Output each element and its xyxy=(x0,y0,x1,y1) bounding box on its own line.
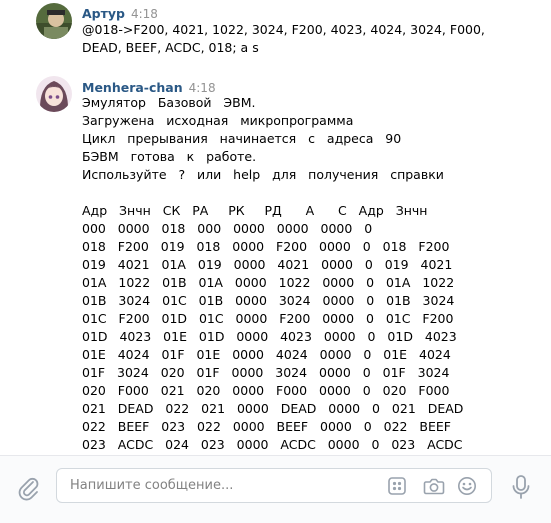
message-time: 4:18 xyxy=(188,81,216,95)
message-time: 4:18 xyxy=(130,7,158,21)
message-text: Эмулятор Базовой ЭВМ. Загружена исходная … xyxy=(82,95,464,452)
template-grid-icon[interactable] xyxy=(387,476,407,496)
message-author[interactable]: Артур 4:18 xyxy=(82,6,158,21)
camera-icon[interactable] xyxy=(423,476,445,496)
chat-history[interactable]: Артур 4:18 @018->F200, 4021, 1022, 3024, … xyxy=(0,0,538,455)
scrollbar-thumb[interactable] xyxy=(543,0,547,100)
microphone-icon[interactable] xyxy=(509,472,533,502)
smile-icon[interactable] xyxy=(457,476,477,496)
avatar[interactable] xyxy=(36,3,72,39)
message-composer: Напишите сообщение... xyxy=(0,456,551,523)
message-input-placeholder: Напишите сообщение... xyxy=(70,478,234,493)
message-input[interactable]: Напишите сообщение... xyxy=(56,468,492,503)
avatar[interactable] xyxy=(36,76,72,112)
message-author[interactable]: Menhera-chan 4:18 xyxy=(82,80,216,95)
paperclip-icon[interactable] xyxy=(14,474,44,504)
scrollbar[interactable] xyxy=(538,0,551,455)
message-text: @018->F200, 4021, 1022, 3024, F200, 4023… xyxy=(82,22,485,55)
